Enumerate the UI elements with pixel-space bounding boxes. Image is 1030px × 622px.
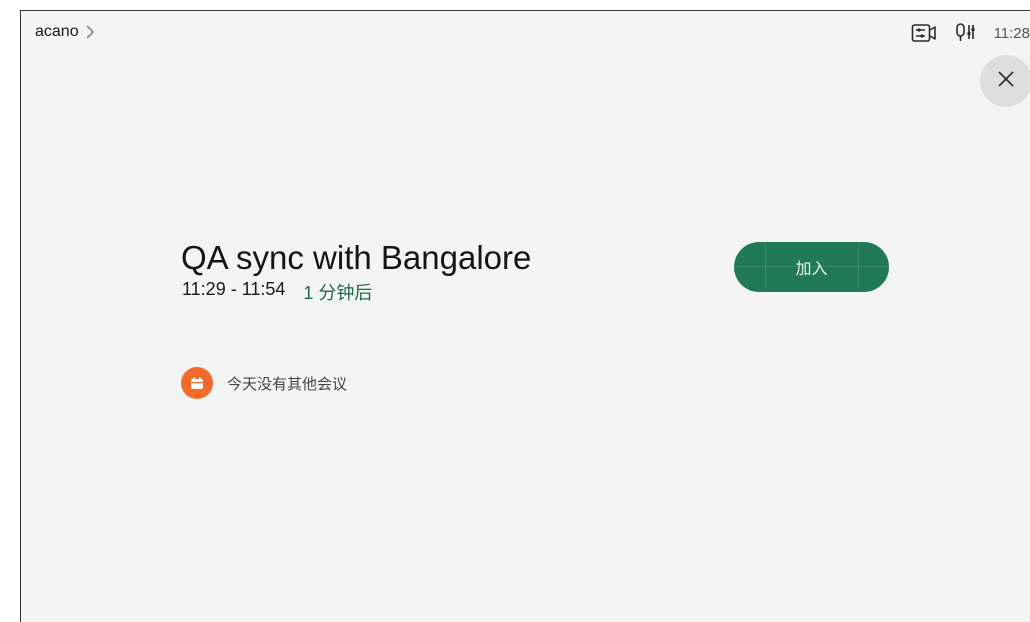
calendar-icon <box>181 367 213 399</box>
chevron-right-icon <box>85 24 95 40</box>
meeting-time: 11:29 - 11:54 1 分钟后 <box>182 279 372 305</box>
breadcrumb-label: acano <box>35 23 79 40</box>
close-icon <box>997 70 1015 93</box>
starts-in: 1 分钟后 <box>303 283 373 303</box>
time-range: 11:29 - 11:54 <box>182 279 286 299</box>
microphone-settings-icon[interactable] <box>952 21 980 45</box>
meeting-title: QA sync with Bangalore <box>181 239 532 276</box>
join-button[interactable]: 加入 <box>734 242 889 292</box>
status-bar: 11:28 <box>910 21 1030 45</box>
clock: 11:28 <box>993 24 1030 42</box>
no-more-meetings: 今天没有其他会议 <box>181 367 347 399</box>
camera-control-icon[interactable] <box>910 21 938 45</box>
meeting-panel: acano 11:28 QA sync with Bangalore 11:29… <box>20 10 1030 622</box>
breadcrumb[interactable]: acano <box>35 23 95 41</box>
close-button[interactable] <box>980 55 1030 107</box>
no-more-meetings-text: 今天没有其他会议 <box>227 375 348 393</box>
join-label: 加入 <box>795 261 828 278</box>
